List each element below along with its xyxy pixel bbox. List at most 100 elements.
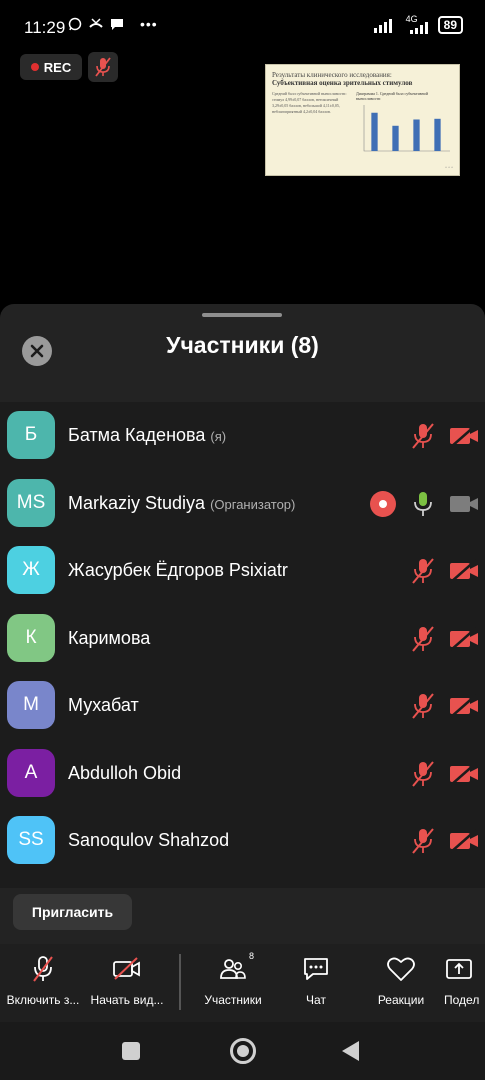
avatar: Б [7,411,55,459]
reactions-label: Реакции [377,993,425,1007]
participant-row[interactable]: Б Батма Каденова (я) [0,402,485,469]
avatar: A [7,748,55,797]
whatsapp-icon [68,17,82,31]
avatar: MS [7,478,55,527]
recent-apps-icon[interactable] [122,1042,140,1060]
chat-icon [301,954,331,984]
participant-name: Мухабат [68,695,139,715]
share-button[interactable]: Подел [444,954,485,1014]
back-icon[interactable] [342,1041,359,1061]
mic-muted-icon[interactable] [411,826,435,856]
slide-chart: Диаграмма 1. Средний балл субъективной в… [356,91,453,166]
video-off-icon[interactable] [449,424,479,448]
chart-bar [434,118,441,151]
participant-name: Sanoqulov Shahzod [68,830,230,850]
system-nav-bar [0,1022,485,1080]
shared-screen-thumbnail[interactable]: Результаты клинического исследования: Су… [265,64,460,176]
share-icon [444,954,474,984]
participants-icon: 8 [218,951,254,984]
share-label: Подел [444,993,480,1007]
missed-call-icon [89,18,103,28]
participant-row[interactable]: A Abdulloh Obid [0,740,485,807]
participant-row[interactable]: SS Sanoqulov Shahzod [0,807,485,874]
status-bar: 11:29 ••• 4G 89 [0,0,485,56]
chart-bar [392,125,399,151]
video-on-icon[interactable] [449,492,479,516]
recording-badge[interactable]: REC [20,54,82,80]
home-icon[interactable] [230,1038,256,1064]
unmute-label: Включить з... [6,993,80,1007]
avatar: SS [7,816,55,864]
slide-title: Результаты клинического исследования: [272,71,392,79]
recording-icon [370,490,396,517]
heart-icon [386,954,416,984]
participant-row[interactable]: К Каримова [0,605,485,672]
slide-bar-chart [363,105,450,152]
battery-indicator: 89 [437,16,463,34]
video-off-icon[interactable] [449,694,479,718]
participants-count: 8 [248,951,254,961]
signal-4g-icon [409,22,428,34]
avatar: К [7,613,55,662]
participant-name: Жасурбек Ёдгоров Psixiatr [68,560,288,580]
chart-bar [413,119,420,151]
toolbar-divider [179,954,181,1010]
slide-body: Средний балл субъективной выносливости: … [272,91,453,166]
participant-role: (Организатор) [210,496,296,512]
status-time: 11:29 [24,18,66,37]
mic-muted-icon[interactable] [411,556,435,586]
self-mute-badge[interactable] [88,52,118,82]
slide-text: Средний балл субъективной выносливости: … [272,91,347,114]
video-off-icon[interactable] [449,761,479,786]
notification-icons: ••• [68,16,158,32]
participant-name-line: Каримова [68,628,150,649]
mic-muted-icon[interactable] [411,624,435,654]
mic-muted-icon [95,57,111,77]
participant-name-line: Abdulloh Obid [68,763,181,784]
mic-on-icon[interactable] [411,489,435,519]
mic-muted-icon[interactable] [411,759,435,789]
participant-name: Abdulloh Obid [68,762,182,783]
video-off-icon[interactable] [449,626,479,651]
chat-bubble-icon [111,19,123,30]
avatar: М [7,681,55,729]
participant-row[interactable]: Ж Жасурбек Ёдгоров Psixiatr [0,537,485,604]
slide-nav-icons: ▫ ▫ ▫ [445,166,453,171]
video-off-icon[interactable] [449,559,479,583]
participant-name-line: Мухабат [68,695,139,716]
participant-name: Батма Каденова [68,425,206,445]
chat-label: Чат [306,993,326,1007]
more-dots-icon: ••• [140,16,158,32]
participant-name: Markaziy Studiya [68,492,206,513]
drag-handle[interactable] [202,313,282,317]
video-off-icon [112,954,142,984]
participant-row[interactable]: MS Markaziy Studiya (Организатор) [0,470,485,537]
unmute-button[interactable]: Включить з... [0,954,86,1014]
participants-label: Участники [204,993,262,1007]
participant-name: Каримова [68,627,151,648]
reactions-button[interactable]: Реакции [370,954,432,1014]
status-right: 4G 89 [373,14,463,34]
invite-button[interactable]: Пригласить [13,894,132,930]
participants-button[interactable]: 8 Участники [195,951,271,1014]
network-indicator: 4G [404,14,430,34]
start-video-label: Начать вид... [90,993,164,1007]
start-video-button[interactable]: Начать вид... [84,954,170,1014]
participant-name-line: Батма Каденова (я) [68,425,226,446]
video-off-icon[interactable] [449,829,479,853]
signal-icon [373,19,392,33]
mic-muted-icon [28,954,58,984]
mic-muted-icon[interactable] [411,691,435,721]
record-dot-icon [30,63,39,71]
mic-muted-icon[interactable] [411,421,435,451]
participant-row[interactable]: М Мухабат [0,672,485,739]
participant-list[interactable]: Б Батма Каденова (я) MS Markaziy Studiya (Орг… [0,402,485,888]
slide-chart-title: Диаграмма 1. Средний балл субъективной в… [356,91,428,101]
participant-name-line: Жасурбек Ёдгоров Psixiatr [68,560,288,581]
chart-bar [371,112,378,151]
meeting-toolbar: Включить з... Начать вид... 8 Участники … [0,944,485,1022]
participant-name-line: Sanoqulov Shahzod [68,830,229,851]
chat-button[interactable]: Чат [290,954,342,1014]
avatar: Ж [7,546,55,594]
rec-label: REC [43,59,72,75]
